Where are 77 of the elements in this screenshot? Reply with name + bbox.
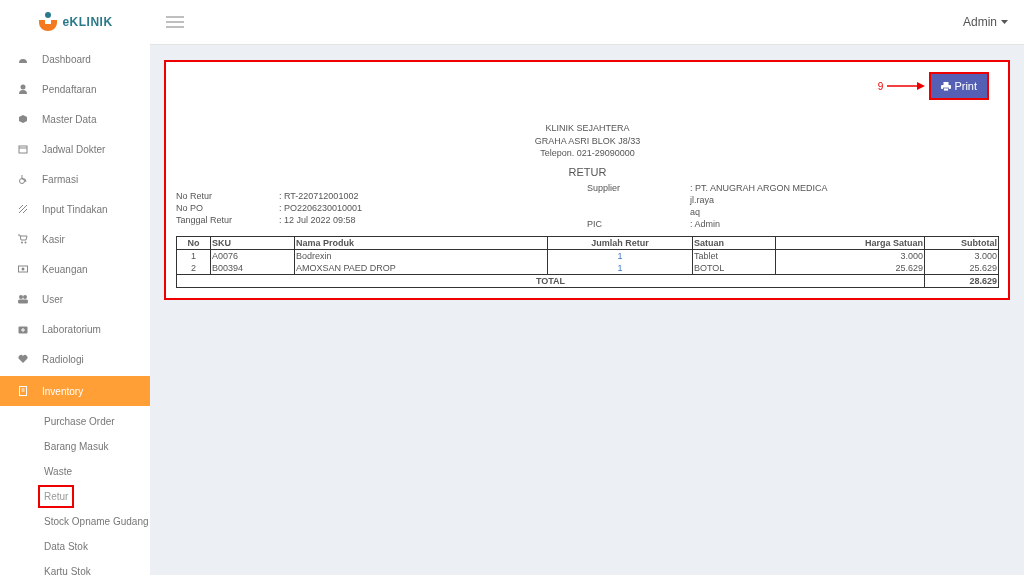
table-cell: A0076 xyxy=(210,249,295,262)
column-header: Harga Satuan xyxy=(775,236,925,250)
column-header: Subtotal xyxy=(924,236,999,250)
field-value: : 12 Jul 2022 09:58 xyxy=(279,214,357,226)
annotation-number: 9 xyxy=(877,80,884,92)
sidebar-subitem[interactable]: Retur xyxy=(38,485,75,508)
table-cell: 1 xyxy=(176,249,211,262)
caret-icon xyxy=(1001,20,1008,24)
menu-icon[interactable] xyxy=(166,16,184,28)
sidebar-item[interactable]: Master Data xyxy=(0,104,150,134)
sidebar-item[interactable]: User xyxy=(0,284,150,314)
arrow-icon xyxy=(887,82,926,90)
sidebar-item[interactable]: Kasir xyxy=(0,224,150,254)
field-label: No PO xyxy=(176,202,204,214)
sidebar-subitem[interactable]: Kartu Stok xyxy=(38,560,97,575)
column-header: No xyxy=(176,236,211,250)
column-header: SKU xyxy=(210,236,295,250)
sidebar-item[interactable]: Jadwal Dokter xyxy=(0,134,150,164)
table-cell: 25.629 xyxy=(924,262,999,275)
cube-icon xyxy=(18,114,28,124)
medkit-icon xyxy=(18,324,28,334)
field-label: PIC xyxy=(587,218,603,230)
users-icon xyxy=(18,294,28,304)
column-header: Nama Produk xyxy=(294,236,548,250)
table-cell: Bodrexin xyxy=(294,249,548,262)
clinic-info-text: GRAHA ASRI BLOK J8/33 xyxy=(534,134,641,147)
user-menu[interactable]: Admin xyxy=(963,15,1008,29)
column-header: Jumlah Retur xyxy=(547,236,693,250)
sidebar-subitem[interactable]: Waste xyxy=(38,460,78,483)
field-label: Supplier xyxy=(587,182,622,194)
cart-icon xyxy=(18,234,28,244)
clinic-info-text: KLINIK SEJAHTERA xyxy=(545,122,630,135)
user-icon xyxy=(18,84,28,94)
total-label: TOTAL xyxy=(176,274,925,288)
table-cell: Tablet xyxy=(692,249,776,262)
field-value: : PT. ANUGRAH ARGON MEDICA xyxy=(690,182,829,194)
column-header: Satuan xyxy=(692,236,776,250)
sidebar-item[interactable]: Radiologi xyxy=(0,344,150,374)
table-cell: BOTOL xyxy=(692,262,776,275)
document-title: RETUR xyxy=(568,165,607,178)
field-value: jl.raya xyxy=(690,194,715,206)
heart-icon xyxy=(18,354,28,364)
field-value: : Admin xyxy=(690,218,721,230)
field-label: Tanggal Retur xyxy=(176,214,234,226)
table-cell: B00394 xyxy=(210,262,295,275)
calendar-icon xyxy=(18,144,28,154)
printer-icon xyxy=(941,81,952,91)
logo-text: eKLINIK xyxy=(62,15,113,29)
total-value: 28.629 xyxy=(924,274,999,288)
logo-icon xyxy=(37,12,60,32)
book-icon xyxy=(18,386,28,396)
table-cell: 1 xyxy=(547,262,693,275)
sidebar-item[interactable]: Laboratorium xyxy=(0,314,150,344)
table-cell: 3.000 xyxy=(924,249,999,262)
sidebar-item[interactable]: Keuangan xyxy=(0,254,150,284)
sidebar-item[interactable]: Dashboard xyxy=(0,44,150,74)
sidebar-item[interactable]: Input Tindakan xyxy=(0,194,150,224)
sidebar-subitem[interactable]: Data Stok xyxy=(38,535,94,558)
sidebar-subitem[interactable]: Barang Masuk xyxy=(38,435,115,458)
hatch-icon xyxy=(18,204,28,214)
table-cell: 2 xyxy=(176,262,211,275)
table-cell: 1 xyxy=(547,249,693,262)
sidebar-item[interactable]: Farmasi xyxy=(0,164,150,194)
print-button[interactable]: Print xyxy=(929,72,989,100)
money-icon xyxy=(18,264,28,274)
field-label: No Retur xyxy=(176,190,213,202)
sidebar-item[interactable]: Pendaftaran xyxy=(0,74,150,104)
table-cell: 3.000 xyxy=(775,249,925,262)
sidebar-subitem[interactable]: Stock Opname Gudang xyxy=(38,510,155,533)
field-value: : RT-220712001002 xyxy=(279,190,360,202)
table-cell: AMOXSAN PAED DROP xyxy=(294,262,548,275)
wheelchair-icon xyxy=(18,174,28,184)
field-value: aq xyxy=(690,206,701,218)
table-cell: 25.629 xyxy=(775,262,925,275)
clinic-info-text: Telepon. 021-29090000 xyxy=(540,147,635,160)
field-value: : PO2206230010001 xyxy=(279,202,364,214)
sidebar-subitem[interactable]: Purchase Order xyxy=(38,410,121,433)
